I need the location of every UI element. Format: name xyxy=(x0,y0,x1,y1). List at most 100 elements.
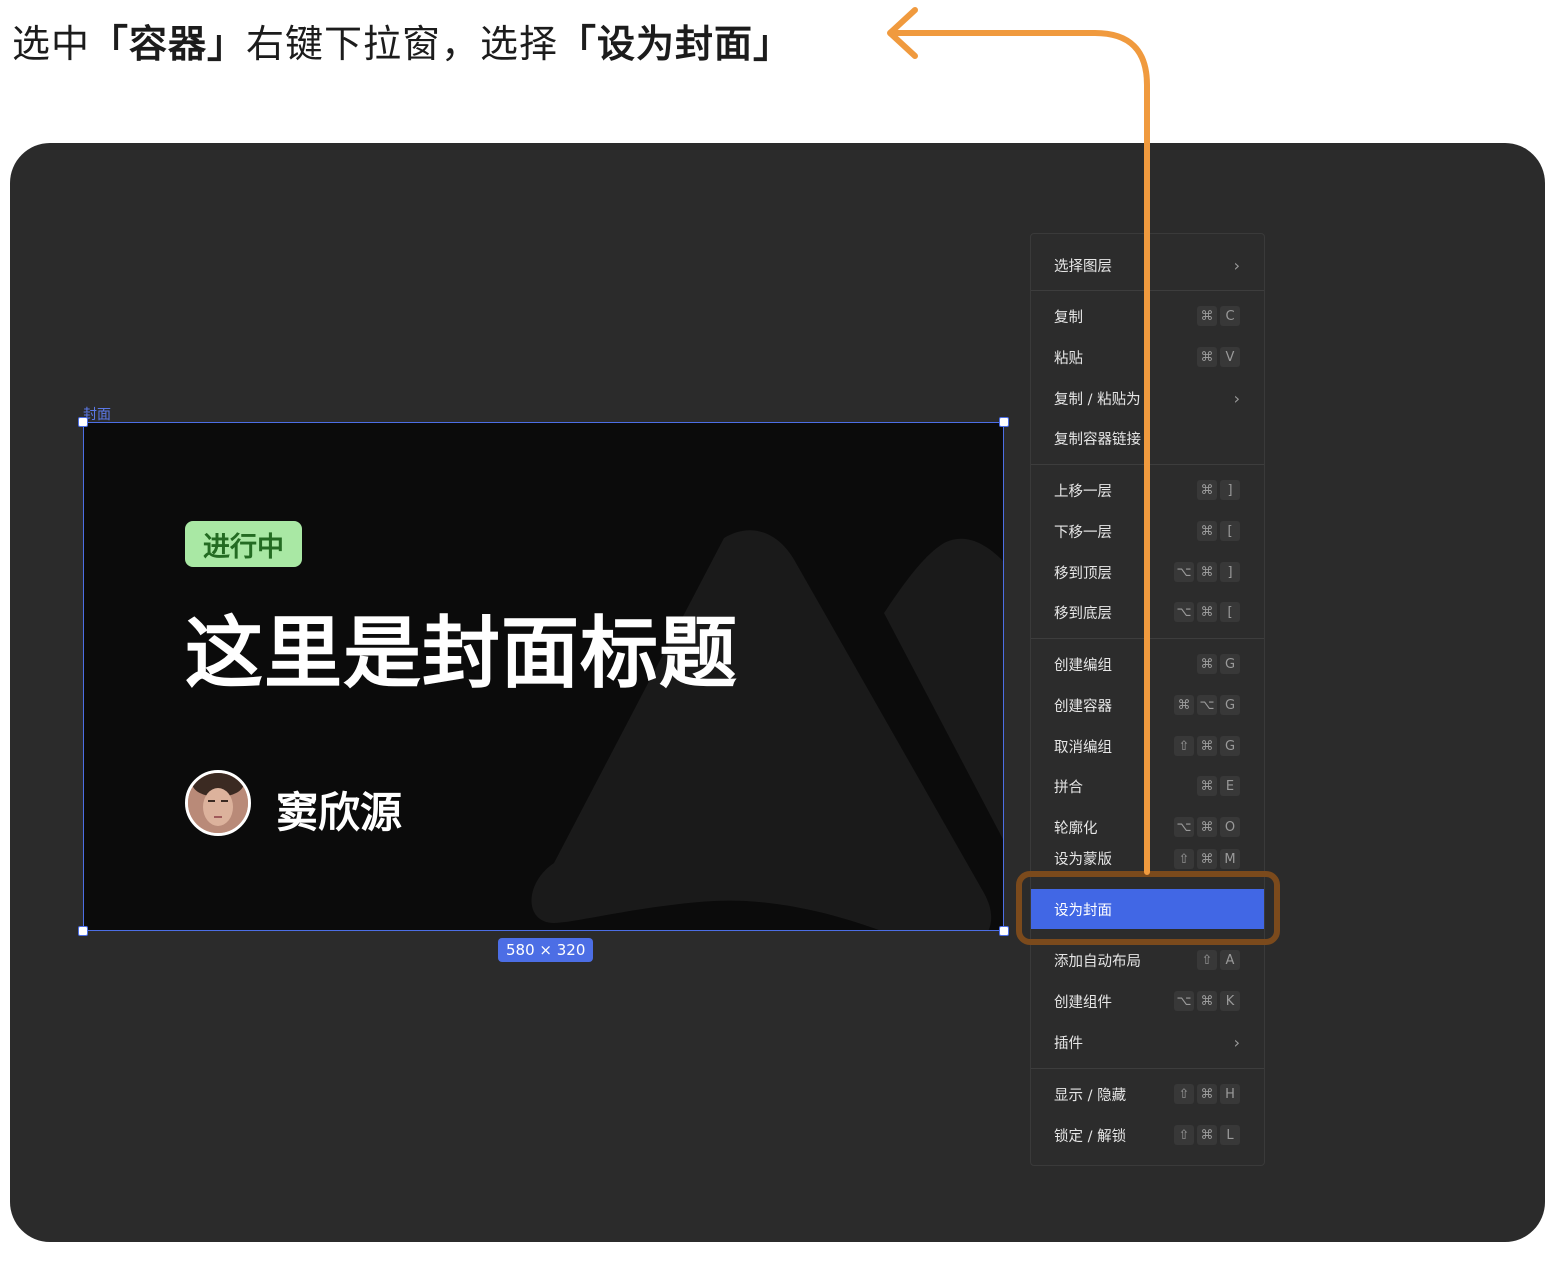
menu-item-create-group[interactable]: 创建编组 ⌘ G xyxy=(1031,646,1264,682)
menu-item-label: 锁定 / 解锁 xyxy=(1054,1128,1127,1145)
menu-item-label: 插件 xyxy=(1054,1035,1083,1052)
menu-item-move-to-top[interactable]: 移到顶层 ⌥ ⌘ ] xyxy=(1031,554,1264,590)
instruction-part-2: 「容器」 xyxy=(90,21,247,66)
resize-handle-top-right[interactable] xyxy=(999,417,1009,427)
instruction-caption: 选中 「容器」 右键下拉窗，选择 「设为封面」 xyxy=(12,12,792,68)
menu-item-move-up[interactable]: 上移一层 ⌘ ] xyxy=(1031,472,1264,508)
resize-handle-top-left[interactable] xyxy=(78,417,88,427)
menu-item-label: 取消编组 xyxy=(1054,739,1112,756)
shortcut-keys: ⌘ C xyxy=(1197,306,1240,326)
command-key-icon: ⌘ xyxy=(1197,991,1217,1011)
menu-item-paste[interactable]: 粘贴 ⌘ V xyxy=(1031,339,1264,375)
menu-item-label: 复制 xyxy=(1054,309,1083,326)
menu-item-copy-paste-as[interactable]: 复制 / 粘贴为 › xyxy=(1031,380,1264,416)
shortcut-keys: ⇧ ⌘ L xyxy=(1174,1125,1240,1145)
menu-item-label: 移到底层 xyxy=(1054,605,1112,622)
shortcut-keys: ⇧ ⌘ M xyxy=(1174,849,1240,869)
shortcut-key: O xyxy=(1220,817,1240,837)
avatar-portrait-icon xyxy=(188,773,248,833)
shortcut-keys: ⌥ ⌘ K xyxy=(1174,991,1240,1011)
option-key-icon: ⌥ xyxy=(1174,817,1194,837)
menu-item-create-component[interactable]: 创建组件 ⌥ ⌘ K xyxy=(1031,983,1264,1019)
menu-item-create-container[interactable]: 创建容器 ⌘ ⌥ G xyxy=(1031,687,1264,723)
menu-item-select-layer[interactable]: 选择图层 › xyxy=(1031,247,1264,283)
menu-divider xyxy=(1031,464,1264,465)
resize-handle-bottom-right[interactable] xyxy=(999,926,1009,936)
shortcut-keys: ⌥ ⌘ O xyxy=(1174,817,1240,837)
shortcut-key: G xyxy=(1220,695,1240,715)
shortcut-key: L xyxy=(1220,1125,1240,1145)
shortcut-keys: ⌘ ] xyxy=(1197,480,1240,500)
cover-title: 这里是封面标题 xyxy=(185,609,739,699)
menu-item-plugins[interactable]: 插件 › xyxy=(1031,1024,1264,1060)
menu-item-lock-unlock[interactable]: 锁定 / 解锁 ⇧ ⌘ L xyxy=(1031,1117,1264,1153)
shortcut-keys: ⌘ V xyxy=(1197,347,1240,367)
command-key-icon: ⌘ xyxy=(1174,695,1194,715)
status-badge: 进行中 xyxy=(185,521,302,567)
instruction-part-3: 右键下拉窗，选择 xyxy=(246,21,559,66)
shortcut-keys: ⌘ E xyxy=(1197,776,1240,796)
shortcut-keys: ⌘ [ xyxy=(1197,521,1240,541)
instruction-part-1: 选中 xyxy=(12,21,91,66)
command-key-icon: ⌘ xyxy=(1197,562,1217,582)
frame-size-badge: 580 × 320 xyxy=(498,938,594,962)
command-key-icon: ⌘ xyxy=(1197,654,1217,674)
menu-item-label: 拼合 xyxy=(1054,779,1083,796)
command-key-icon: ⌘ xyxy=(1197,1125,1217,1145)
option-key-icon: ⌥ xyxy=(1197,695,1217,715)
menu-item-label: 粘贴 xyxy=(1054,350,1083,367)
menu-item-copy-container-link[interactable]: 复制容器链接 xyxy=(1031,420,1264,456)
shortcut-key: C xyxy=(1220,306,1240,326)
shortcut-key: ] xyxy=(1220,562,1240,582)
shortcut-key: K xyxy=(1220,991,1240,1011)
option-key-icon: ⌥ xyxy=(1174,991,1194,1011)
menu-item-merge[interactable]: 拼合 ⌘ E xyxy=(1031,768,1264,804)
shortcut-keys: ⇧ A xyxy=(1197,950,1240,970)
resize-handle-bottom-left[interactable] xyxy=(78,926,88,936)
avatar xyxy=(185,770,251,836)
menu-item-copy[interactable]: 复制 ⌘ C xyxy=(1031,298,1264,334)
shortcut-keys: ⇧ ⌘ G xyxy=(1174,736,1240,756)
menu-item-set-mask[interactable]: 设为蒙版 ⇧ ⌘ M xyxy=(1031,849,1264,869)
menu-item-label: 复制 / 粘贴为 xyxy=(1054,391,1141,408)
shortcut-key: [ xyxy=(1220,602,1240,622)
chevron-right-icon: › xyxy=(1233,1032,1240,1052)
highlight-box xyxy=(1016,871,1280,945)
command-key-icon: ⌘ xyxy=(1197,736,1217,756)
shortcut-key: A xyxy=(1220,950,1240,970)
shift-key-icon: ⇧ xyxy=(1174,1125,1194,1145)
command-key-icon: ⌘ xyxy=(1197,480,1217,500)
shortcut-key: [ xyxy=(1220,521,1240,541)
menu-item-label: 创建组件 xyxy=(1054,994,1112,1011)
menu-item-ungroup[interactable]: 取消编组 ⇧ ⌘ G xyxy=(1031,728,1264,764)
shortcut-keys: ⇧ ⌘ H xyxy=(1174,1084,1240,1104)
menu-item-label: 添加自动布局 xyxy=(1054,953,1141,970)
menu-divider xyxy=(1031,1068,1264,1069)
menu-divider xyxy=(1031,290,1264,291)
menu-item-move-to-bottom[interactable]: 移到底层 ⌥ ⌘ [ xyxy=(1031,594,1264,630)
menu-item-label: 创建容器 xyxy=(1054,698,1112,715)
menu-item-show-hide[interactable]: 显示 / 隐藏 ⇧ ⌘ H xyxy=(1031,1076,1264,1112)
command-key-icon: ⌘ xyxy=(1197,817,1217,837)
menu-item-label: 下移一层 xyxy=(1054,524,1112,541)
shift-key-icon: ⇧ xyxy=(1174,849,1194,869)
menu-item-label: 复制容器链接 xyxy=(1054,431,1141,448)
shortcut-key: H xyxy=(1220,1084,1240,1104)
shortcut-keys: ⌥ ⌘ ] xyxy=(1174,562,1240,582)
command-key-icon: ⌘ xyxy=(1197,1084,1217,1104)
shortcut-key: M xyxy=(1220,849,1240,869)
cover-frame[interactable]: 进行中 这里是封面标题 窦欣源 xyxy=(83,422,1004,931)
menu-item-label: 创建编组 xyxy=(1054,657,1112,674)
menu-item-label: 上移一层 xyxy=(1054,483,1112,500)
menu-item-add-auto-layout[interactable]: 添加自动布局 ⇧ A xyxy=(1031,942,1264,978)
chevron-right-icon: › xyxy=(1233,255,1240,275)
menu-item-move-down[interactable]: 下移一层 ⌘ [ xyxy=(1031,513,1264,549)
command-key-icon: ⌘ xyxy=(1197,347,1217,367)
menu-item-label: 设为蒙版 xyxy=(1054,852,1112,868)
menu-item-outline[interactable]: 轮廓化 ⌥ ⌘ O xyxy=(1031,809,1264,845)
shift-key-icon: ⇧ xyxy=(1197,950,1217,970)
shortcut-key: V xyxy=(1220,347,1240,367)
option-key-icon: ⌥ xyxy=(1174,602,1194,622)
instruction-part-4: 「设为封面」 xyxy=(558,21,793,66)
menu-item-label: 轮廓化 xyxy=(1054,820,1098,837)
